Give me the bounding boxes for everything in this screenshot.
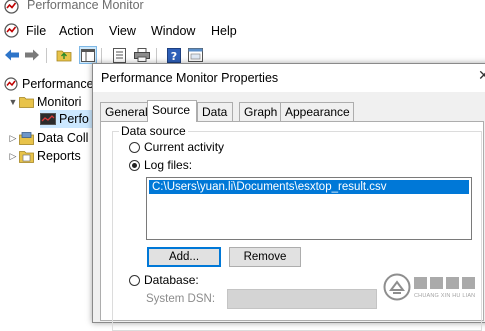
data-collector-icon xyxy=(18,131,34,145)
performance-monitor-menu-icon[interactable] xyxy=(4,23,19,38)
dialog-title: Performance Monitor Properties xyxy=(101,71,279,85)
log-file-entry[interactable]: C:\Users\yuan.li\Documents\esxtop_result… xyxy=(149,180,469,194)
tree-item-data-collector-sets[interactable]: ▷ Data Coll xyxy=(8,129,89,147)
back-arrow-icon[interactable] xyxy=(3,46,21,64)
tree-item-label: Performance xyxy=(22,77,94,91)
current-activity-radio[interactable] xyxy=(129,141,140,153)
app-titlebar: Performance Monitor xyxy=(0,0,485,18)
tree-item-label: Data Coll xyxy=(37,131,89,145)
current-activity-option[interactable]: Current activity xyxy=(129,140,224,154)
toolbar-separator xyxy=(156,48,157,63)
menu-action[interactable]: Action xyxy=(59,24,94,38)
tab-general[interactable]: General xyxy=(100,102,148,121)
print-icon[interactable] xyxy=(133,46,151,64)
system-dsn-select xyxy=(227,289,377,309)
watermark-icon xyxy=(383,273,411,301)
chevron-down-icon[interactable]: ▼ xyxy=(8,97,18,107)
dialog-titlebar: Performance Monitor Properties ✕ xyxy=(93,64,485,92)
tree-item-reports[interactable]: ▷ Reports xyxy=(8,147,81,165)
help-icon[interactable]: ? xyxy=(165,46,183,64)
mmc-window-icon[interactable] xyxy=(186,46,204,64)
current-activity-label: Current activity xyxy=(144,140,225,154)
performance-node-icon xyxy=(3,77,19,91)
tree-item-label: Perfo xyxy=(59,112,89,126)
performance-graph-icon xyxy=(40,112,56,126)
tree-item-monitoring-tools[interactable]: ▼ Monitori xyxy=(8,93,82,111)
menu-file[interactable]: File xyxy=(26,24,46,38)
system-dsn-label: System DSN: xyxy=(146,293,216,305)
reports-icon xyxy=(18,149,34,163)
watermark-subtext: CHUANG XIN HU LIAN xyxy=(414,293,476,299)
tree-item-label: Reports xyxy=(37,149,81,163)
log-files-listbox[interactable]: C:\Users\yuan.li\Documents\esxtop_result… xyxy=(146,177,472,240)
console-tree: Performance ▼ Monitori Perfo ▷ Data Coll… xyxy=(0,68,100,311)
forward-arrow-icon[interactable] xyxy=(23,46,41,64)
tab-appearance[interactable]: Appearance xyxy=(280,102,354,121)
menu-window[interactable]: Window xyxy=(151,24,195,38)
toolbar-separator xyxy=(46,48,47,63)
tree-item-performance[interactable]: Performance xyxy=(3,75,94,93)
performance-monitor-app-icon xyxy=(4,0,19,14)
chevron-right-icon[interactable]: ▷ xyxy=(8,151,18,162)
tab-data[interactable]: Data xyxy=(197,102,233,121)
window-title: Performance Monitor xyxy=(27,0,144,12)
data-source-group-label: Data source xyxy=(119,124,188,138)
database-label: Database: xyxy=(144,273,199,287)
log-files-label: Log files: xyxy=(144,158,193,172)
database-option[interactable]: Database: xyxy=(129,273,199,287)
watermark-logo: CHUANG XIN HU LIAN xyxy=(383,271,485,307)
folder-up-icon[interactable] xyxy=(55,46,73,64)
close-icon[interactable]: ✕ xyxy=(478,67,485,84)
show-hide-console-tree-icon[interactable] xyxy=(79,46,97,64)
tree-item-label: Monitori xyxy=(37,95,82,109)
add-button[interactable]: Add... xyxy=(147,247,221,267)
properties-sheet-icon[interactable] xyxy=(110,46,128,64)
log-files-radio[interactable] xyxy=(129,159,140,171)
menu-view[interactable]: View xyxy=(109,24,136,38)
chevron-right-icon[interactable]: ▷ xyxy=(8,133,18,144)
remove-button[interactable]: Remove xyxy=(229,247,301,267)
folder-icon xyxy=(18,95,34,109)
watermark-text xyxy=(414,275,478,294)
menu-help[interactable]: Help xyxy=(211,24,237,38)
tree-item-performance-monitor[interactable]: Perfo xyxy=(40,110,100,128)
tab-source[interactable]: Source xyxy=(147,100,197,122)
menu-bar: File Action View Window Help xyxy=(0,20,485,42)
toolbar-separator xyxy=(101,48,102,63)
tab-graph[interactable]: Graph xyxy=(239,102,281,121)
database-radio[interactable] xyxy=(129,274,140,286)
svg-text:?: ? xyxy=(171,50,177,63)
log-files-option[interactable]: Log files: xyxy=(129,158,192,172)
